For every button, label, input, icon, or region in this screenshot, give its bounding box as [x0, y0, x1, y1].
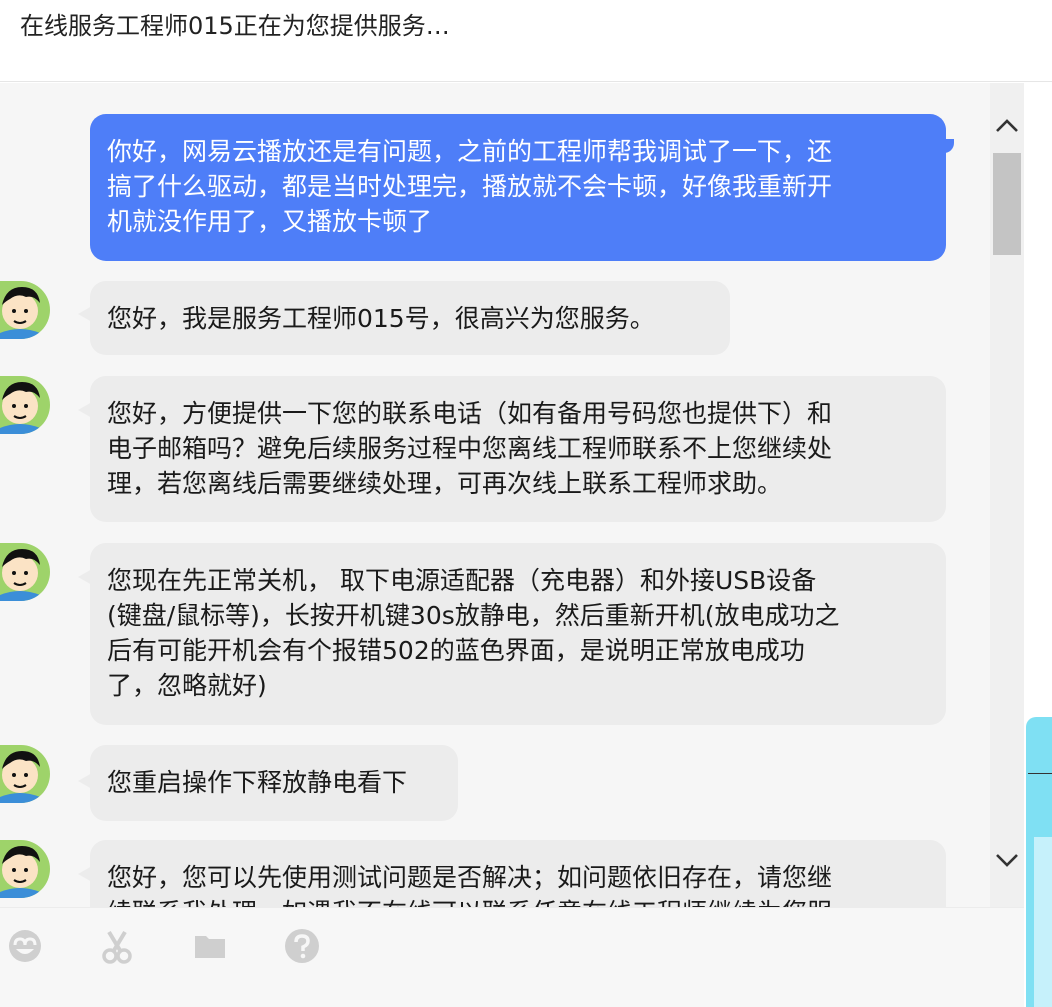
message-item-user: 你好，网易云播放还是有问题，之前的工程师帮我调试了一下，还 搞了什么驱动，都是当…: [0, 83, 990, 261]
side-panel: [1024, 83, 1052, 1007]
help-icon: [284, 928, 320, 968]
message-item-agent: 您好，我是服务工程师015号，很高兴为您服务。: [0, 278, 990, 358]
file-button[interactable]: [190, 928, 230, 968]
message-item-agent: 您现在先正常关机， 取下电源适配器（充电器）和外接USB设备 (键盘/鼠标等)，…: [0, 543, 990, 728]
message-bubble-incoming[interactable]: 您好，您可以先使用测试问题是否解决；如问题依旧存在，请您继 续联系我处理，如遇我…: [90, 840, 946, 907]
chevron-up-icon: [995, 118, 1019, 138]
screenshot-button[interactable]: [97, 928, 137, 968]
side-divider: [1028, 773, 1052, 774]
side-widget-inner: [1034, 837, 1052, 1007]
side-widget[interactable]: [1026, 717, 1052, 1007]
chat-title: 在线服务工程师015正在为您提供服务…: [20, 12, 450, 40]
agent-avatar: [0, 376, 50, 434]
message-bubble-outgoing[interactable]: 你好，网易云播放还是有问题，之前的工程师帮我调试了一下，还 搞了什么驱动，都是当…: [90, 114, 946, 261]
message-item-agent: 您好，您可以先使用测试问题是否解决；如问题依旧存在，请您继 续联系我处理，如遇我…: [0, 840, 990, 907]
message-item-agent: 您好，方便提供一下您的联系电话（如有备用号码您也提供下）和 电子邮箱吗？避免后续…: [0, 376, 990, 526]
chat-header: 在线服务工程师015正在为您提供服务…: [0, 0, 1052, 82]
message-bubble-incoming[interactable]: 您重启操作下释放静电看下: [90, 745, 458, 821]
help-button[interactable]: [282, 928, 322, 968]
input-toolbar: [0, 907, 1024, 1007]
folder-icon: [192, 928, 228, 968]
agent-avatar: [0, 281, 50, 339]
message-bubble-incoming[interactable]: 您现在先正常关机， 取下电源适配器（充电器）和外接USB设备 (键盘/鼠标等)，…: [90, 543, 946, 725]
agent-avatar: [0, 745, 50, 803]
chevron-down-icon: [995, 852, 1019, 872]
scroll-up-button[interactable]: [990, 111, 1024, 145]
emoji-button[interactable]: [5, 928, 45, 968]
scissors-icon: [99, 928, 135, 968]
emoji-icon: [7, 928, 43, 968]
scroll-thumb[interactable]: [993, 153, 1021, 255]
scroll-down-button[interactable]: [990, 845, 1024, 879]
message-item-agent: 您重启操作下释放静电看下: [0, 745, 990, 825]
message-scrollbar[interactable]: [990, 83, 1024, 907]
message-bubble-incoming[interactable]: 您好，我是服务工程师015号，很高兴为您服务。: [90, 281, 730, 355]
agent-avatar: [0, 840, 50, 898]
message-list[interactable]: 你好，网易云播放还是有问题，之前的工程师帮我调试了一下，还 搞了什么驱动，都是当…: [0, 83, 990, 907]
agent-avatar: [0, 543, 50, 601]
message-bubble-incoming[interactable]: 您好，方便提供一下您的联系电话（如有备用号码您也提供下）和 电子邮箱吗？避免后续…: [90, 376, 946, 522]
